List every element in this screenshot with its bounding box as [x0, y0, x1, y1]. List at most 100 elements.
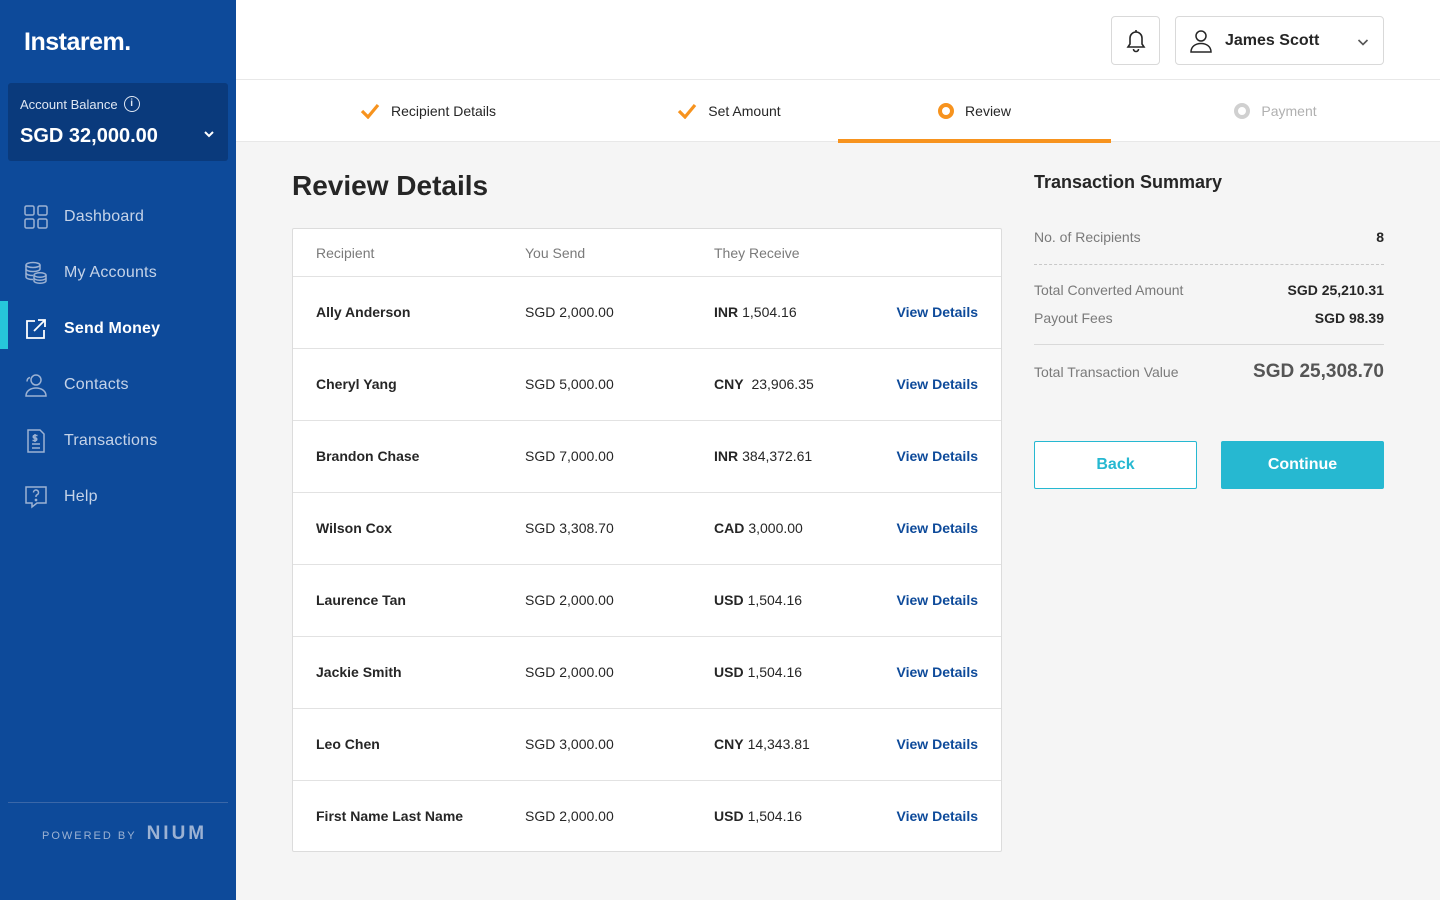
- step-label: Recipient Details: [391, 103, 496, 119]
- sidebar-item-label: Send Money: [64, 320, 160, 338]
- sidebar-item-label: Contacts: [64, 376, 129, 394]
- recipient-name: Leo Chen: [316, 736, 380, 752]
- receive-value: 1,504.16: [742, 304, 797, 320]
- step-pending-dot-icon: [1234, 103, 1250, 119]
- view-details-link[interactable]: View Details: [897, 376, 978, 392]
- table-row: Ally Anderson SGD 2,000.00 INR1,504.16 View…: [293, 277, 1001, 349]
- summary-title: Transaction Summary: [1034, 172, 1384, 193]
- view-details-link[interactable]: View Details: [897, 520, 978, 536]
- send-amount: SGD 2,000.00: [525, 304, 614, 320]
- recipient-name: Jackie Smith: [316, 664, 402, 680]
- total-label: Total Transaction Value: [1034, 364, 1179, 380]
- transaction-summary: Transaction Summary No. of Recipients 8 …: [1034, 172, 1384, 193]
- check-icon: [677, 103, 697, 119]
- sidebar-item-my-accounts[interactable]: My Accounts: [0, 245, 236, 301]
- receive-currency: INR: [714, 448, 738, 464]
- receive-currency: USD: [714, 592, 744, 608]
- recipient-name: Laurence Tan: [316, 592, 406, 608]
- view-details-link[interactable]: View Details: [897, 304, 978, 320]
- receive-value: 3,000.00: [748, 520, 803, 536]
- receive-currency: USD: [714, 808, 744, 824]
- sidebar-item-label: Dashboard: [64, 208, 144, 226]
- page-title: Review Details: [292, 170, 488, 202]
- send-amount: SGD 2,000.00: [525, 808, 614, 824]
- summary-converted-row: Total Converted Amount SGD 25,210.31: [1034, 282, 1384, 298]
- progress-stepper: Recipient Details Set Amount Review Paym…: [236, 80, 1440, 142]
- send-amount: SGD 5,000.00: [525, 376, 614, 392]
- fees-label: Payout Fees: [1034, 310, 1113, 326]
- sidebar-item-transactions[interactable]: Transactions: [0, 413, 236, 469]
- send-icon: [24, 317, 48, 341]
- send-amount: SGD 3,000.00: [525, 736, 614, 752]
- column-header-you-send: You Send: [525, 245, 585, 261]
- send-amount: SGD 7,000.00: [525, 448, 614, 464]
- sidebar-item-label: Help: [64, 488, 98, 506]
- receive-currency: CAD: [714, 520, 744, 536]
- receive-amount: USD1,504.16: [714, 664, 802, 680]
- sidebar: Instarem. Account Balance i SGD 32,000.0…: [0, 0, 236, 900]
- view-details-link[interactable]: View Details: [897, 592, 978, 608]
- receive-amount: CAD3,000.00: [714, 520, 803, 536]
- view-details-link[interactable]: View Details: [897, 664, 978, 680]
- send-amount: SGD 2,000.00: [525, 664, 614, 680]
- check-icon: [360, 103, 380, 119]
- account-balance-label: Account Balance i: [20, 96, 140, 112]
- receive-currency: CNY: [714, 376, 744, 392]
- recipient-name: First Name Last Name: [316, 808, 463, 824]
- info-icon[interactable]: i: [124, 96, 140, 112]
- nium-logo: NIUM: [147, 823, 208, 845]
- user-menu-button[interactable]: James Scott: [1175, 16, 1384, 65]
- recipient-name: Brandon Chase: [316, 448, 419, 464]
- recipients-table: Recipient You Send They Receive Ally And…: [292, 228, 1002, 852]
- table-header: Recipient You Send They Receive: [293, 229, 1001, 277]
- view-details-link[interactable]: View Details: [897, 736, 978, 752]
- back-button[interactable]: Back: [1034, 441, 1197, 489]
- receive-amount: USD1,504.16: [714, 808, 802, 824]
- column-header-they-receive: They Receive: [714, 245, 800, 261]
- table-row: Cheryl YangSGD 5,000.00CNY 23,906.35View…: [293, 349, 1001, 421]
- step-current-dot-icon: [938, 103, 954, 119]
- table-body: Ally AndersonSGD 2,000.00INR1,504.16View…: [293, 277, 1001, 853]
- send-amount: SGD 3,308.70: [525, 520, 614, 536]
- step-review[interactable]: Review: [838, 80, 1111, 142]
- receive-amount: CNY 23,906.35: [714, 376, 814, 392]
- step-payment: Payment: [1111, 80, 1440, 142]
- account-balance-card[interactable]: Account Balance i SGD 32,000.00: [8, 83, 228, 161]
- summary-divider-dashed: [1034, 264, 1384, 265]
- step-label: Set Amount: [708, 103, 780, 119]
- instarem-logo[interactable]: Instarem.: [24, 28, 131, 57]
- sidebar-divider: [8, 802, 228, 803]
- sidebar-item-help[interactable]: Help: [0, 469, 236, 525]
- table-row: Jackie Smith SGD 2,000.00 USD1,504.16 View …: [293, 637, 1001, 709]
- receive-value: 384,372.61: [742, 448, 812, 464]
- receive-amount: INR384,372.61: [714, 448, 812, 464]
- sidebar-item-dashboard[interactable]: Dashboard: [0, 189, 236, 245]
- view-details-link[interactable]: View Details: [897, 448, 978, 464]
- account-balance-value: SGD 32,000.00: [20, 125, 158, 148]
- receive-amount: INR1,504.16: [714, 304, 797, 320]
- converted-value: SGD 25,210.31: [1287, 282, 1384, 298]
- step-recipient-details[interactable]: Recipient Details: [236, 80, 620, 142]
- notifications-button[interactable]: [1111, 16, 1160, 65]
- step-set-amount[interactable]: Set Amount: [620, 80, 838, 142]
- bell-icon: [1125, 29, 1147, 53]
- balance-label-text: Account Balance: [20, 97, 118, 112]
- chevron-down-icon[interactable]: [204, 129, 214, 139]
- receive-currency: USD: [714, 664, 744, 680]
- total-value: SGD 25,308.70: [1253, 361, 1384, 383]
- column-header-recipient: Recipient: [316, 245, 374, 261]
- recipient-name: Ally Anderson: [316, 304, 410, 320]
- sidebar-item-contacts[interactable]: Contacts: [0, 357, 236, 413]
- table-row: Wilson CoxSGD 3,308.70CAD3,000.00View De…: [293, 493, 1001, 565]
- sidebar-item-send-money[interactable]: Send Money: [0, 301, 236, 357]
- contacts-icon: [24, 373, 48, 397]
- send-amount: SGD 2,000.00: [525, 592, 614, 608]
- continue-button[interactable]: Continue: [1221, 441, 1384, 489]
- receive-value: 1,504.16: [748, 808, 803, 824]
- powered-by-label: POWERED BY: [42, 830, 137, 842]
- receive-amount: CNY14,343.81: [714, 736, 810, 752]
- summary-total-row: Total Transaction Value SGD 25,308.70: [1034, 361, 1384, 383]
- powered-by: POWERED BY NIUM: [42, 823, 207, 845]
- step-label: Review: [965, 103, 1011, 119]
- view-details-link[interactable]: View Details: [897, 808, 978, 824]
